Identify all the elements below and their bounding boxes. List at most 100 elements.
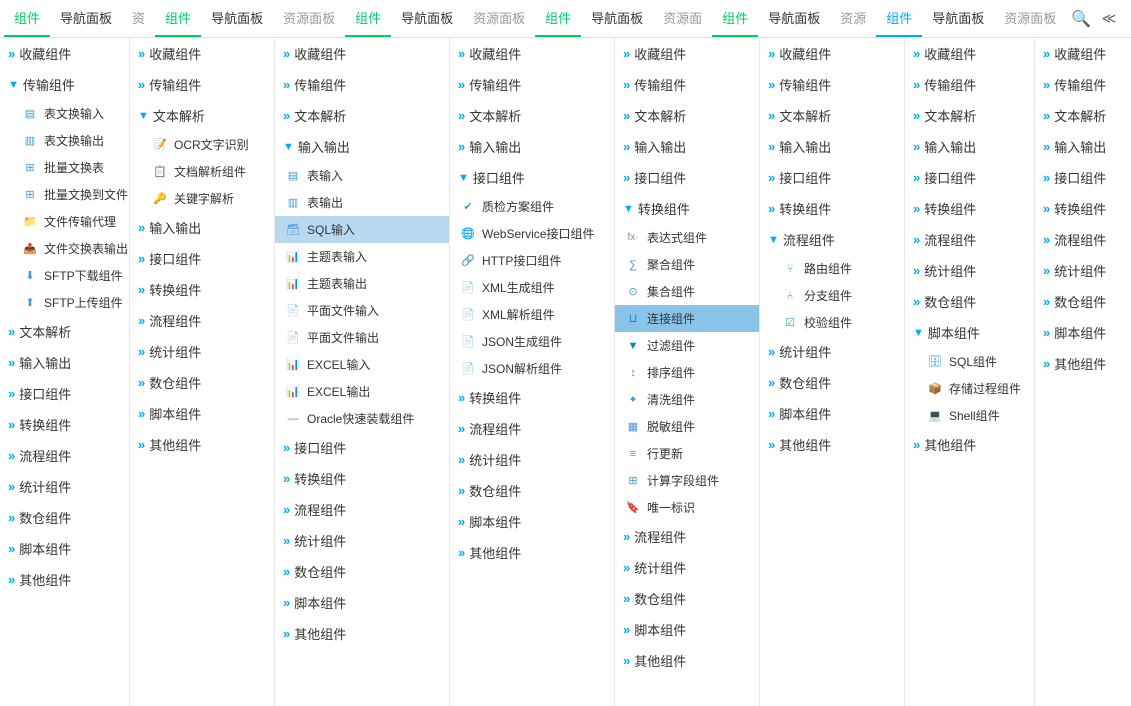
col7-shell[interactable]: 💻 Shell组件 [905,402,1034,429]
col6-transfer[interactable]: » 传输组件 [760,69,904,100]
col4-process[interactable]: » 流程组件 [450,413,614,444]
col1-item-sftp-up[interactable]: ⬆ SFTP上传组件 [0,289,129,316]
col4-transform[interactable]: » 转换组件 [450,382,614,413]
col6-io[interactable]: » 输入输出 [760,131,904,162]
col3-script[interactable]: » 脚本组件 [275,587,449,618]
col1-process[interactable]: » 流程组件 [0,440,129,471]
col1-favorites[interactable]: » 收藏组件 [0,38,129,69]
col5-dw[interactable]: » 数仓组件 [615,583,759,614]
col5-rowupdate[interactable]: ≡ 行更新 [615,440,759,467]
col6-favorites[interactable]: » 收藏组件 [760,38,904,69]
col8-favorites[interactable]: » 收藏组件 [1035,38,1131,69]
col4-interface[interactable]: ▼ 接口组件 [450,162,614,193]
col1-item-batchfile[interactable]: ⊞ 批量文换到文件 [0,181,129,208]
col8-dw[interactable]: » 数仓组件 [1035,286,1131,317]
nav-tab-4b[interactable]: 导航面板 [581,0,653,37]
col3-io-tablein[interactable]: ▤ 表输入 [275,162,449,189]
col6-other[interactable]: » 其他组件 [760,429,904,460]
col1-item-fileproxy[interactable]: 📁 文件传输代理 [0,208,129,235]
col3-other[interactable]: » 其他组件 [275,618,449,649]
col3-io-oracle[interactable]: — Oracle快速装载组件 [275,405,449,432]
col4-favorites[interactable]: » 收藏组件 [450,38,614,69]
col5-interface[interactable]: » 接口组件 [615,162,759,193]
nav-tab-6[interactable]: 组件 [876,0,922,37]
nav-tab-4c[interactable]: 资源面 [653,0,712,37]
col3-textparse[interactable]: » 文本解析 [275,100,449,131]
col4-script[interactable]: » 脚本组件 [450,506,614,537]
col2-item-keyword[interactable]: 🔑 关键字解析 [130,185,274,212]
col3-transfer[interactable]: » 传输组件 [275,69,449,100]
col5-clean[interactable]: ✦ 清洗组件 [615,386,759,413]
col1-item-sftp-down[interactable]: ⬇ SFTP下载组件 [0,262,129,289]
col8-process[interactable]: » 流程组件 [1035,224,1131,255]
col5-aggregate[interactable]: ∑ 聚合组件 [615,251,759,278]
col8-transform[interactable]: » 转换组件 [1035,193,1131,224]
col7-transfer[interactable]: » 传输组件 [905,69,1034,100]
col7-transform[interactable]: » 转换组件 [905,193,1034,224]
search-icon[interactable]: 🔍 [1071,9,1091,29]
col5-stats[interactable]: » 统计组件 [615,552,759,583]
col5-calcfield[interactable]: ⊞ 计算字段组件 [615,467,759,494]
col1-item-tableexout[interactable]: ▥ 表文换输出 [0,127,129,154]
collapse-icon[interactable]: ≪ [1099,9,1119,29]
col5-desens[interactable]: ▦ 脱敏组件 [615,413,759,440]
nav-tab-3c[interactable]: 资源面板 [463,0,535,37]
col3-io-flatfilein[interactable]: 📄 平面文件输入 [275,297,449,324]
col2-item-docparse[interactable]: 📋 文档解析组件 [130,158,274,185]
col4-quality[interactable]: ✔ 质检方案组件 [450,193,614,220]
nav-tab-3[interactable]: 组件 [345,0,391,37]
col6-interface[interactable]: » 接口组件 [760,162,904,193]
col2-io[interactable]: » 输入输出 [130,212,274,243]
col7-dw[interactable]: » 数仓组件 [905,286,1034,317]
col2-favorites[interactable]: » 收藏组件 [130,38,274,69]
col3-io-flatfileout[interactable]: 📄 平面文件输出 [275,324,449,351]
col1-io[interactable]: » 输入输出 [0,347,129,378]
col6-dw[interactable]: » 数仓组件 [760,367,904,398]
col2-interface[interactable]: » 接口组件 [130,243,274,274]
col1-item-fileexout[interactable]: 📤 文件交换表输出 [0,235,129,262]
col7-io[interactable]: » 输入输出 [905,131,1034,162]
col2-textparse[interactable]: ▼ 文本解析 [130,100,274,131]
col3-io-topicout[interactable]: 📊 主题表输出 [275,270,449,297]
col7-process[interactable]: » 流程组件 [905,224,1034,255]
nav-tab-5b[interactable]: 导航面板 [758,0,830,37]
col8-stats[interactable]: » 统计组件 [1035,255,1131,286]
col5-io[interactable]: » 输入输出 [615,131,759,162]
col5-other[interactable]: » 其他组件 [615,645,759,676]
col5-transform[interactable]: ▼ 转换组件 [615,193,759,224]
nav-tab-2[interactable]: 组件 [155,0,201,37]
col2-script[interactable]: » 脚本组件 [130,398,274,429]
col2-process[interactable]: » 流程组件 [130,305,274,336]
col6-route[interactable]: ⑂ 路由组件 [760,255,904,282]
col1-script[interactable]: » 脚本组件 [0,533,129,564]
nav-tab-1[interactable]: 组件 [4,0,50,37]
nav-tab-3b[interactable]: 导航面板 [391,0,463,37]
col7-script[interactable]: ▼ 脚本组件 [905,317,1034,348]
col2-other[interactable]: » 其他组件 [130,429,274,460]
col6-branch[interactable]: ⑃ 分支组件 [760,282,904,309]
col4-transfer[interactable]: » 传输组件 [450,69,614,100]
col5-script[interactable]: » 脚本组件 [615,614,759,645]
col8-textparse[interactable]: » 文本解析 [1035,100,1131,131]
col8-script[interactable]: » 脚本组件 [1035,317,1131,348]
col4-stats[interactable]: » 统计组件 [450,444,614,475]
col5-unique[interactable]: 🔖 唯一标识 [615,494,759,521]
nav-tab-4[interactable]: 组件 [535,0,581,37]
col7-other[interactable]: » 其他组件 [905,429,1034,460]
col3-interface[interactable]: » 接口组件 [275,432,449,463]
col7-sql[interactable]: 🗄 SQL组件 [905,348,1034,375]
nav-tab-5c[interactable]: 资源 [830,0,876,37]
col4-dw[interactable]: » 数仓组件 [450,475,614,506]
col8-io[interactable]: » 输入输出 [1035,131,1131,162]
col5-favorites[interactable]: » 收藏组件 [615,38,759,69]
col1-dw[interactable]: » 数仓组件 [0,502,129,533]
col4-webservice[interactable]: 🌐 WebService接口组件 [450,220,614,247]
col7-stats[interactable]: » 统计组件 [905,255,1034,286]
col2-dw[interactable]: » 数仓组件 [130,367,274,398]
col5-sort[interactable]: ↕ 排序组件 [615,359,759,386]
col1-transfer[interactable]: ▼ 传输组件 [0,69,129,100]
col7-stored[interactable]: 📦 存储过程组件 [905,375,1034,402]
nav-tab-6b[interactable]: 导航面板 [922,0,994,37]
nav-tab-6c[interactable]: 资源面板 [994,0,1066,37]
col3-stats[interactable]: » 统计组件 [275,525,449,556]
